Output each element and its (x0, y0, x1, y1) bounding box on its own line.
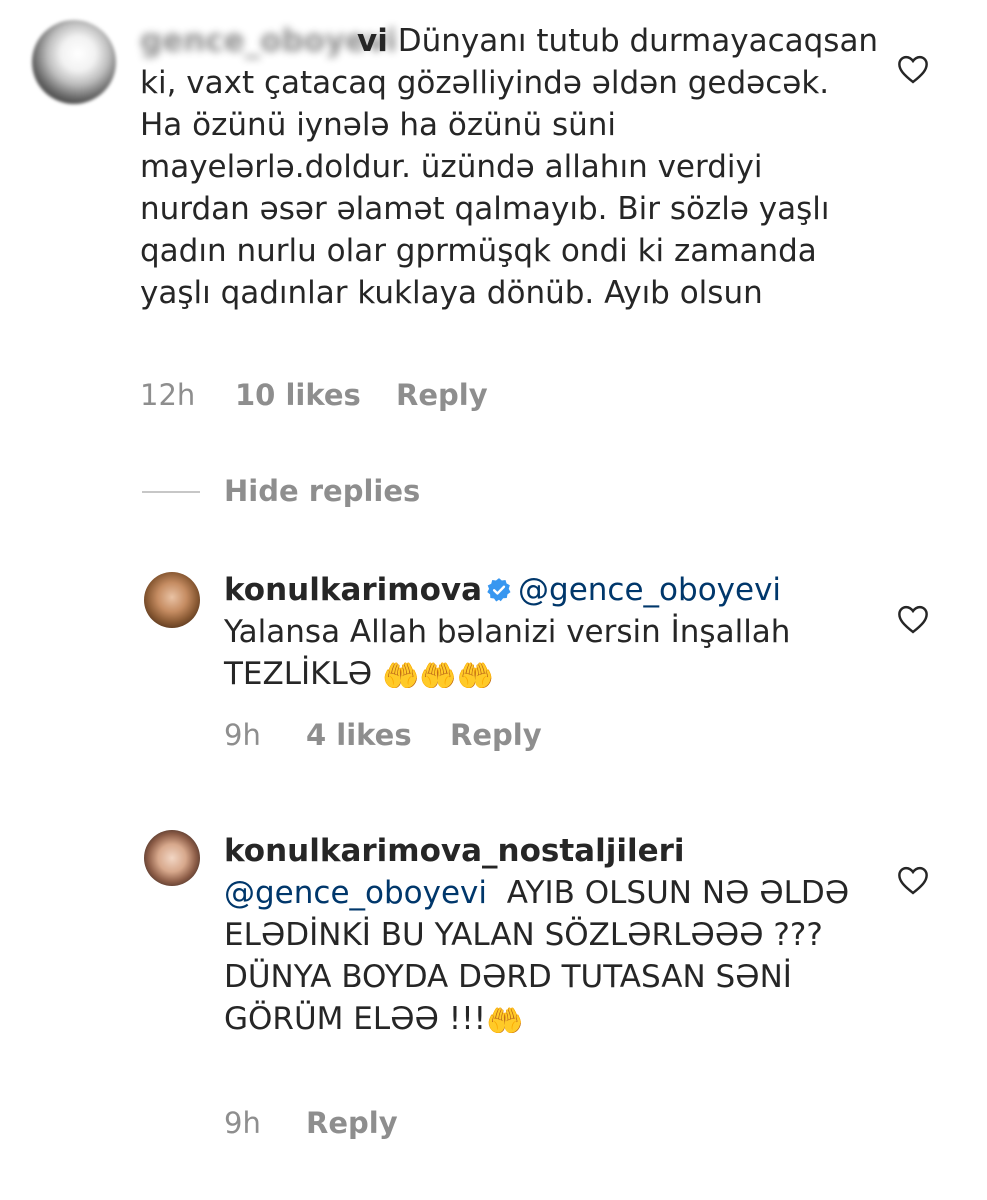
hide-replies-divider (142, 491, 200, 493)
comment-body: gence_oboyevivi Dünyanı tutub durmayacaq… (140, 20, 880, 314)
reply-time: 9h (224, 718, 261, 752)
verified-badge-icon (487, 578, 511, 602)
reply-reply-button[interactable]: Reply (450, 718, 542, 752)
hide-replies-button[interactable]: Hide replies (224, 474, 420, 508)
reply-reply-button[interactable]: Reply (306, 1106, 398, 1140)
heart-outline-icon[interactable] (896, 865, 930, 895)
comment-text: Dünyanı tutub durmayacaqsan ki, vaxt çat… (140, 23, 879, 311)
heart-outline-icon[interactable] (896, 54, 930, 84)
reply-body: konulkarimova @gence_oboyevi Yalansa All… (224, 569, 874, 695)
comment-reply-button[interactable]: Reply (396, 378, 488, 412)
raising-hands-emoji: 🤲 (486, 1004, 524, 1039)
reply-time: 9h (224, 1106, 261, 1140)
reply-likes[interactable]: 4 likes (306, 718, 412, 752)
reply-mention[interactable]: @gence_oboyevi (518, 572, 781, 608)
comment-username-visible[interactable]: vi (357, 23, 388, 59)
reply-username[interactable]: konulkarimova (224, 572, 482, 608)
reply-avatar[interactable] (144, 572, 200, 628)
reply-username[interactable]: konulkarimova_nostaljileri (224, 833, 685, 869)
raising-hands-emoji: 🤲🤲🤲 (382, 659, 495, 694)
commenter-avatar[interactable] (32, 20, 116, 104)
reply-text: Yalansa Allah bəlanizi versin İnşallah T… (224, 614, 791, 692)
reply-avatar[interactable] (144, 830, 200, 886)
reply-mention[interactable]: @gence_oboyevi (224, 875, 487, 911)
heart-outline-icon[interactable] (896, 604, 930, 634)
comment-time: 12h (140, 378, 196, 412)
comment-likes[interactable]: 10 likes (235, 378, 361, 412)
reply-body: konulkarimova_nostaljileri @gence_oboyev… (224, 830, 874, 1040)
